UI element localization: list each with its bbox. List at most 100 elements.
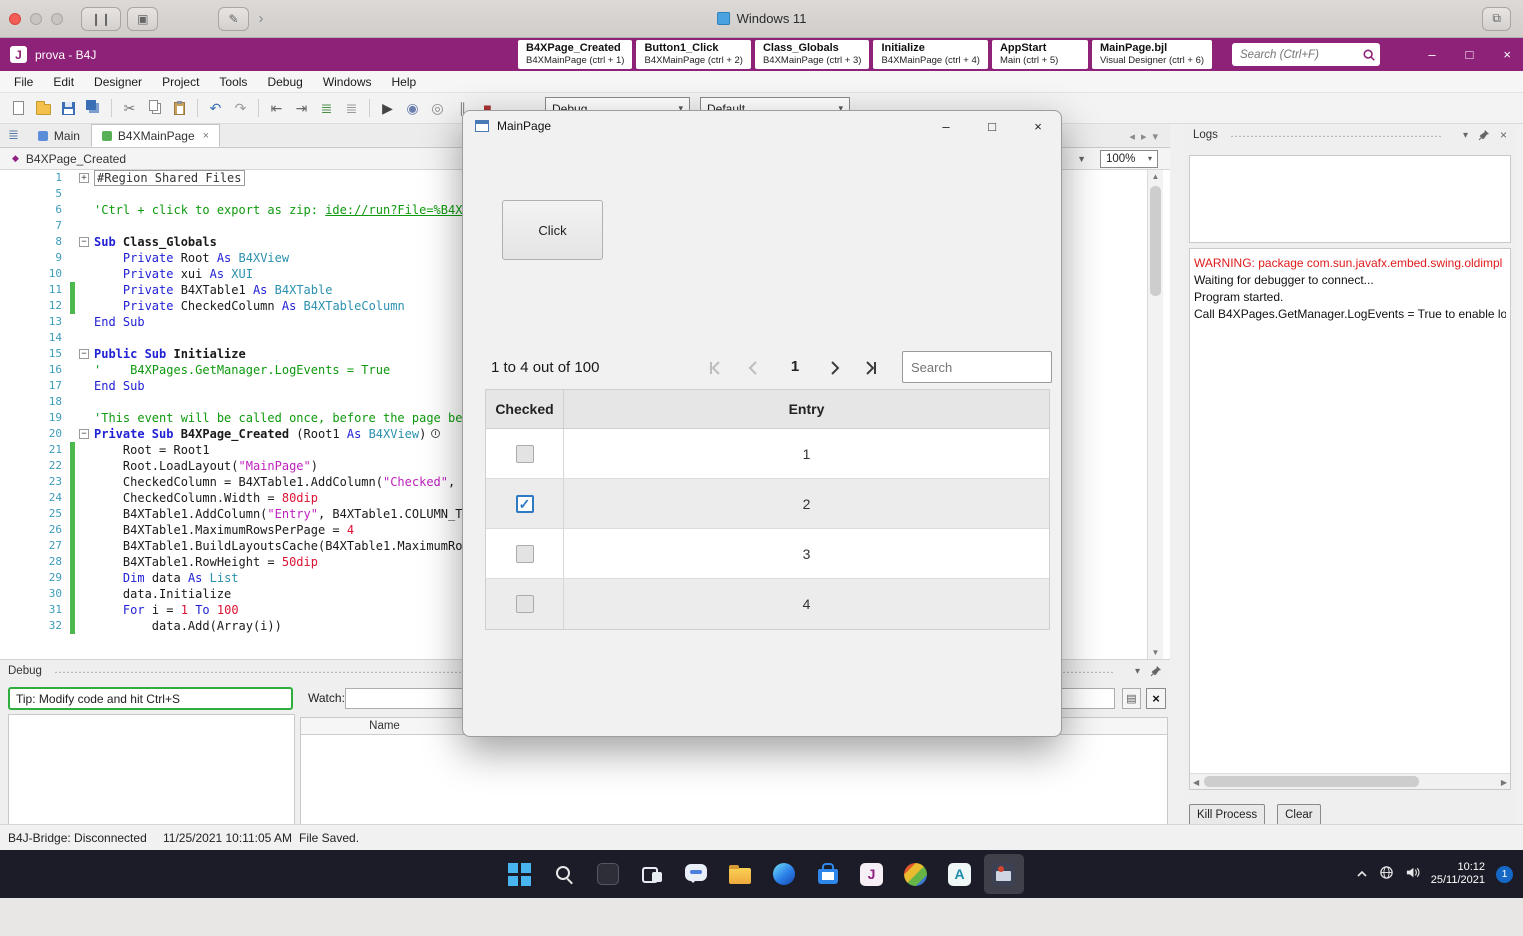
tray-chevron-icon[interactable] [1356,867,1368,881]
sub-dropdown-icon[interactable]: ▼ [1077,154,1086,164]
vm-display-button[interactable]: ⧉ [1482,6,1511,31]
redo-icon[interactable]: ↷ [228,96,253,120]
copy-icon[interactable] [142,96,167,120]
fold-toggle-icon[interactable]: − [79,429,89,439]
vm-close-button[interactable] [9,12,21,25]
table-row-4[interactable]: 4 [486,579,1049,629]
menu-help[interactable]: Help [382,71,427,93]
row-checkbox[interactable] [515,544,534,563]
tab-b4xmainpage[interactable]: B4XMainPage × [90,124,221,147]
scroll-left-icon[interactable]: ◀ [1193,778,1199,787]
kill-process-button[interactable]: Kill Process [1189,804,1266,826]
comment-icon[interactable]: ≣ [314,96,339,120]
editor-vertical-scrollbar[interactable]: ▲ ▼ [1147,170,1163,659]
undo-icon[interactable]: ↶ [203,96,228,120]
tab-main[interactable]: Main [27,124,91,147]
running-app-button[interactable] [983,854,1024,894]
menu-project[interactable]: Project [152,71,209,93]
bookmark-tab-1[interactable]: B4XPage_Created B4XMainPage (ctrl + 1) [518,40,633,69]
ide-search-input[interactable] [1240,48,1362,61]
ide-search-box[interactable] [1232,43,1380,66]
bookmark-tab-4[interactable]: Initialize B4XMainPage (ctrl + 4) [873,40,988,69]
ide-maximize-button[interactable]: □ [1466,47,1474,62]
ide-close-button[interactable]: × [1503,47,1511,62]
outdent-icon[interactable]: ⇤ [264,96,289,120]
vm-snapshot-button[interactable]: ▣ [127,6,159,31]
chat-button[interactable] [676,854,716,894]
vm-minimize-button[interactable] [30,12,42,25]
logs-output-box[interactable]: WARNING: package com.sun.javafx.embed.sw… [1189,248,1511,790]
scrollbar-thumb[interactable] [1150,186,1161,296]
fold-toggle-icon[interactable]: − [79,237,89,247]
bookmark-tab-6[interactable]: MainPage.bjl Visual Designer (ctrl + 6) [1091,40,1213,69]
save-icon[interactable] [56,96,81,120]
menu-debug[interactable]: Debug [257,71,312,93]
fold-toggle-icon[interactable]: − [79,349,89,359]
row-checkbox[interactable]: ✓ [515,494,534,513]
vm-tools-button[interactable]: ✎ [218,6,249,31]
file-explorer-button[interactable] [720,854,760,894]
table-row-3[interactable]: 3 [486,529,1049,579]
new-file-icon[interactable] [6,96,31,120]
fold-toggle-icon[interactable]: + [79,173,89,183]
save-all-icon[interactable] [81,96,106,120]
run-icon[interactable]: ▶ [375,96,400,120]
first-page-button[interactable] [703,356,727,380]
logs-horizontal-scrollbar[interactable]: ◀ ▶ [1190,773,1510,789]
table-row-1[interactable]: 1 [486,429,1049,479]
dark-app-button[interactable] [588,854,628,894]
panel-grip[interactable] [1229,133,1441,137]
modules-list-icon[interactable]: ≣ [8,127,19,143]
indent-icon[interactable]: ⇥ [289,96,314,120]
ide-minimize-button[interactable]: – [1428,47,1435,62]
menu-tools[interactable]: Tools [209,71,257,93]
previous-page-button[interactable] [741,356,765,380]
evaluate-icon[interactable]: ▤ [1122,688,1141,709]
app-close-button[interactable]: × [1015,111,1061,141]
notification-badge[interactable]: 1 [1496,865,1513,883]
open-project-icon[interactable] [31,96,56,120]
b4j-app-button[interactable]: J [852,854,892,894]
menu-windows[interactable]: Windows [313,71,382,93]
zoom-select[interactable]: 100% ▾ [1100,149,1158,168]
cut-icon[interactable]: ✂ [117,96,142,120]
last-page-button[interactable] [859,356,883,380]
tab-scroll-arrows[interactable]: ◂▸▾ [1129,130,1164,143]
paste-icon[interactable] [167,96,192,120]
bookmark-tab-3[interactable]: Class_Globals B4XMainPage (ctrl + 3) [754,40,870,69]
menu-designer[interactable]: Designer [84,71,152,93]
vm-pause-button[interactable]: ❙❙ [81,6,122,31]
app-minimize-button[interactable]: – [923,111,969,141]
scrollbar-thumb[interactable] [1204,776,1419,787]
pin-icon[interactable] [1150,665,1162,677]
close-tab-icon[interactable]: × [203,130,209,142]
bookmark-tab-5[interactable]: AppStart Main (ctrl + 5) [991,40,1088,69]
start-button[interactable] [500,854,540,894]
clear-logs-button[interactable]: Clear [1277,804,1321,826]
b4x-ball-button[interactable] [896,854,936,894]
table-search-input[interactable] [902,351,1052,383]
scroll-up-icon[interactable]: ▲ [1148,172,1163,181]
volume-icon[interactable] [1405,865,1420,883]
collapse-icon[interactable]: ▾ [1463,130,1468,141]
click-button[interactable]: Click [502,200,603,260]
bookmark-tab-2[interactable]: Button1_Click B4XMainPage (ctrl + 2) [636,40,751,69]
build-icon[interactable]: ◎ [425,96,450,120]
scroll-down-icon[interactable]: ▼ [1148,648,1163,657]
task-view-button[interactable] [632,854,672,894]
vm-zoom-button[interactable] [51,12,63,25]
row-checkbox[interactable] [515,444,534,463]
app-titlebar[interactable]: MainPage – □ × [463,111,1061,141]
table-row-2[interactable]: ✓ 2 [486,479,1049,529]
vm-expand-icon[interactable]: › [259,10,264,27]
close-panel-icon[interactable]: × [1500,128,1507,142]
logs-filter-box[interactable] [1189,155,1511,243]
pin-icon[interactable] [1478,129,1490,141]
next-page-button[interactable] [823,356,847,380]
compile-icon[interactable]: ◉ [400,96,425,120]
network-icon[interactable] [1379,865,1394,883]
clear-watch-button[interactable]: × [1146,688,1166,709]
search-button[interactable] [544,854,584,894]
collapse-icon[interactable]: ▾ [1135,666,1140,677]
row-checkbox[interactable] [515,595,534,613]
